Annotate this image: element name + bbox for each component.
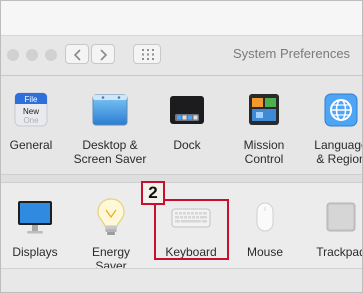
general-icon-file-text: File: [25, 95, 38, 104]
pref-dock[interactable]: Dock: [147, 90, 227, 174]
forward-button[interactable]: [91, 44, 115, 64]
zoom-window-button[interactable]: [45, 49, 57, 61]
pref-mission-control[interactable]: Mission Control: [224, 90, 304, 174]
section-separator: [1, 174, 362, 183]
general-icon: File New One: [14, 92, 48, 127]
pref-mission-control-label: Mission Control: [243, 138, 285, 166]
language-region-icon: [324, 93, 358, 127]
minimize-window-button[interactable]: [26, 49, 38, 61]
pref-mouse[interactable]: Mouse: [225, 195, 305, 265]
pref-general[interactable]: File New One General: [1, 90, 71, 174]
displays-icon: [18, 201, 52, 234]
pref-displays[interactable]: Displays: [1, 195, 75, 265]
grid-icon: [142, 49, 154, 60]
keyboard-highlight-box: [154, 199, 229, 260]
pref-trackpad[interactable]: Trackpad: [301, 195, 363, 265]
pref-language-region-label: Language & Region: [314, 138, 363, 166]
system-preferences-window: System Preferences File New One General: [0, 0, 363, 293]
pref-mouse-label: Mouse: [246, 245, 284, 259]
energy-saver-icon: [97, 198, 125, 235]
close-window-button[interactable]: [7, 49, 19, 61]
mission-control-icon: [249, 94, 279, 125]
bottom-section: [1, 268, 362, 292]
top-strip: [1, 1, 362, 36]
chevron-left-icon: [73, 49, 81, 61]
pref-energy-saver[interactable]: Energy Saver: [71, 195, 151, 273]
pref-general-label: General: [9, 138, 53, 152]
general-icon-new-text: New: [23, 107, 39, 116]
show-all-button[interactable]: [133, 44, 161, 64]
desktop-screen-saver-icon: [92, 94, 128, 126]
trackpad-icon: [326, 202, 356, 232]
pref-desktop-screen-saver[interactable]: Desktop & Screen Saver: [70, 90, 150, 174]
pref-trackpad-label: Trackpad: [316, 245, 363, 259]
pref-dock-label: Dock: [173, 138, 201, 152]
dock-icon: [170, 96, 204, 124]
window-title: System Preferences: [233, 46, 351, 61]
step-number-badge: 2: [141, 181, 165, 205]
mouse-icon: [256, 202, 274, 232]
pref-desktop-screen-saver-label: Desktop & Screen Saver: [73, 138, 147, 166]
pref-language-region[interactable]: Language & Region: [301, 90, 363, 174]
chevron-right-icon: [100, 49, 108, 61]
back-button[interactable]: [65, 44, 89, 64]
general-icon-one-text: One: [23, 116, 39, 125]
preferences-row-personal: File New One General Desktop & Screen Sa…: [1, 76, 363, 174]
pref-displays-label: Displays: [12, 245, 58, 259]
